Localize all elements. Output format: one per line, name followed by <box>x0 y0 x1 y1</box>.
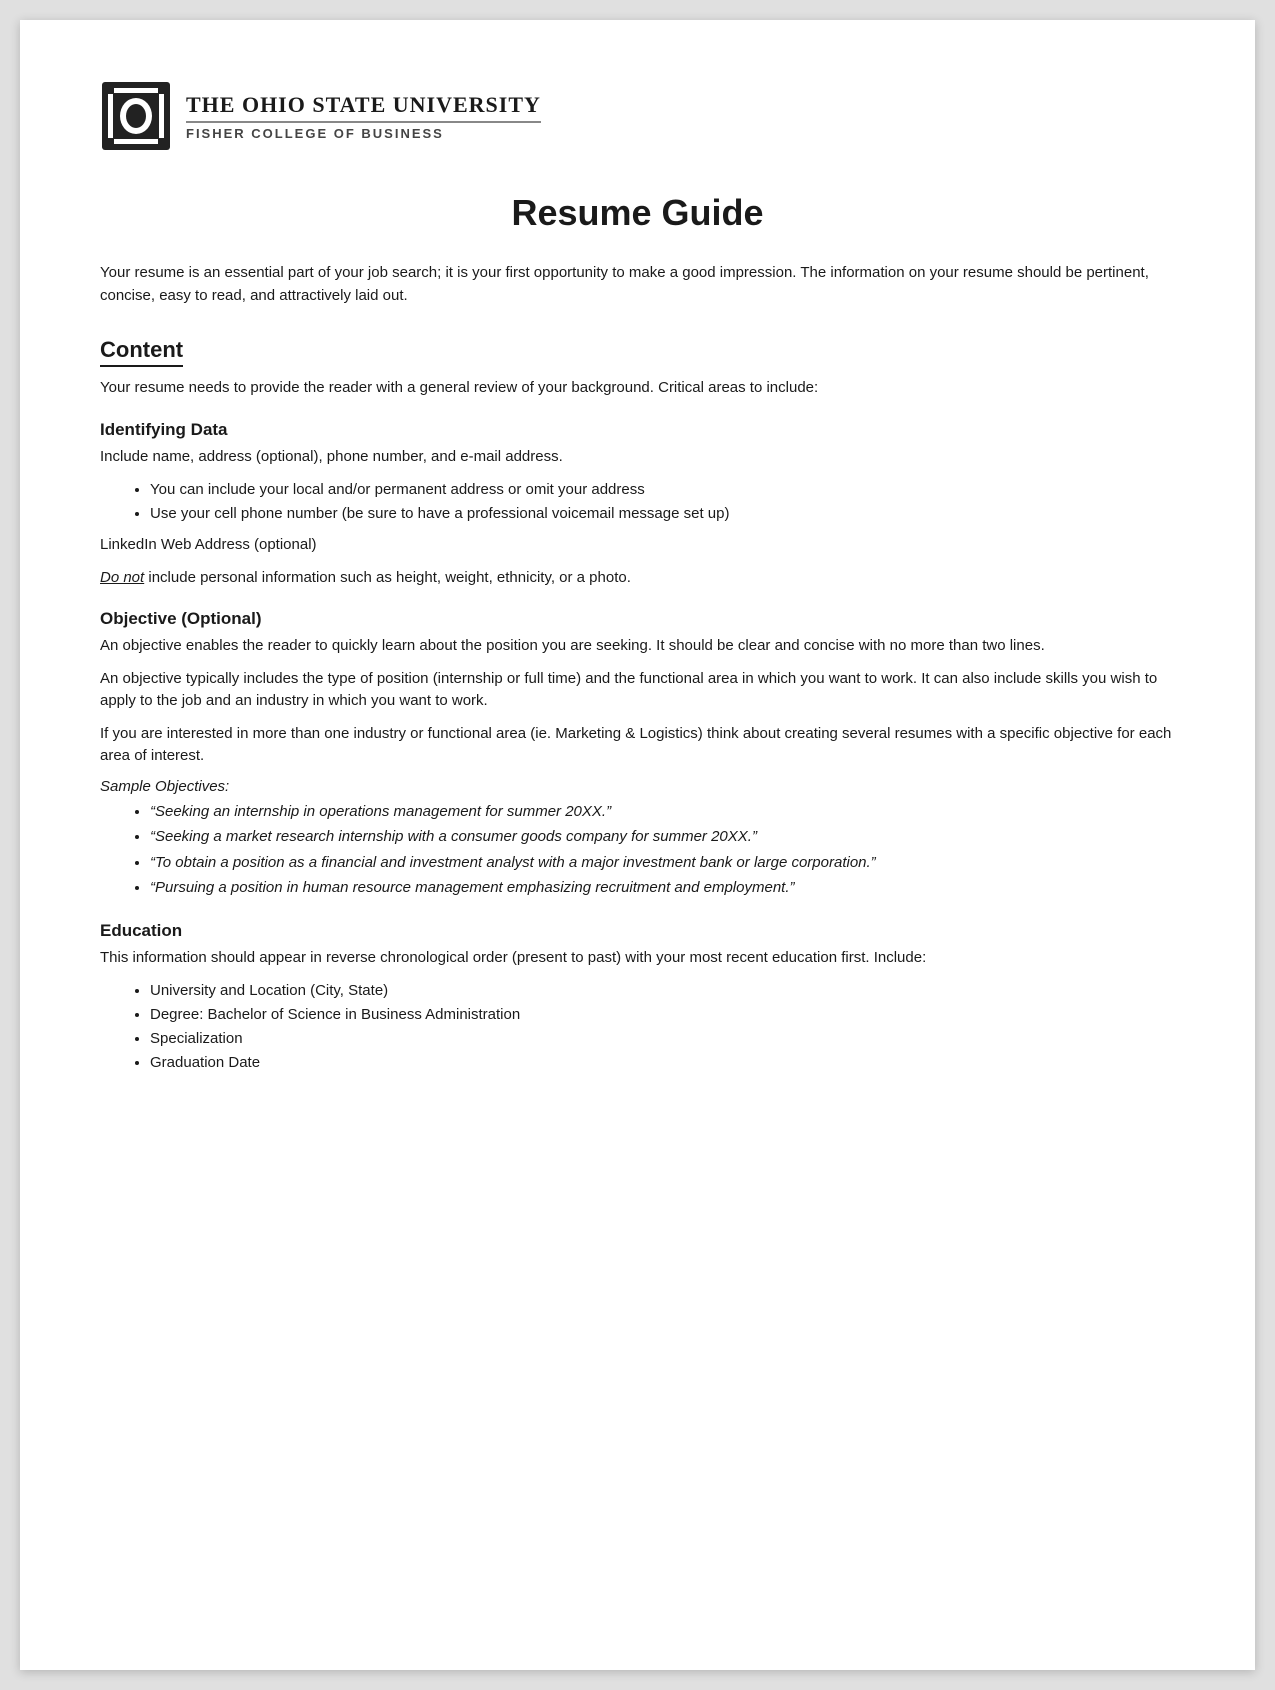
page: The Ohio State University Fisher College… <box>20 20 1255 1670</box>
list-item: University and Location (City, State) <box>150 979 1175 1003</box>
list-item: “Pursuing a position in human resource m… <box>150 875 1175 901</box>
logo-container: The Ohio State University Fisher College… <box>100 80 541 152</box>
content-intro: Your resume needs to provide the reader … <box>100 377 1175 400</box>
university-name: The Ohio State University <box>186 92 541 118</box>
college-name: Fisher College of Business <box>186 126 541 141</box>
header: The Ohio State University Fisher College… <box>100 80 1175 152</box>
list-item: You can include your local and/or perman… <box>150 478 1175 502</box>
objective-para2: An objective typically includes the type… <box>100 668 1175 713</box>
linkedin-text: LinkedIn Web Address (optional) <box>100 534 1175 557</box>
objective-para3: If you are interested in more than one i… <box>100 723 1175 768</box>
education-heading: Education <box>100 921 1175 941</box>
objective-section: Objective (Optional) An objective enable… <box>100 609 1175 901</box>
list-item: “Seeking a market research internship wi… <box>150 824 1175 850</box>
intro-text: Your resume is an essential part of your… <box>100 262 1175 307</box>
identifying-data-bullets: You can include your local and/or perman… <box>100 478 1175 526</box>
list-item: Use your cell phone number (be sure to h… <box>150 502 1175 526</box>
identifying-data-section: Identifying Data Include name, address (… <box>100 420 1175 590</box>
do-not-emphasis: Do not <box>100 569 144 586</box>
objective-para1: An objective enables the reader to quick… <box>100 635 1175 658</box>
do-not-rest: include personal information such as hei… <box>148 569 631 586</box>
list-item: Graduation Date <box>150 1051 1175 1075</box>
list-item: Degree: Bachelor of Science in Business … <box>150 1003 1175 1027</box>
objective-heading: Objective (Optional) <box>100 609 1175 629</box>
page-title: Resume Guide <box>100 192 1175 234</box>
identifying-data-text: Include name, address (optional), phone … <box>100 446 1175 469</box>
list-item: “Seeking an internship in operations man… <box>150 799 1175 825</box>
list-item: Specialization <box>150 1027 1175 1051</box>
education-bullets: University and Location (City, State) De… <box>100 979 1175 1075</box>
osu-logo <box>100 80 172 152</box>
logo-divider <box>186 121 541 123</box>
logo-text: The Ohio State University Fisher College… <box>186 92 541 141</box>
education-section: Education This information should appear… <box>100 921 1175 1076</box>
do-not-text: Do not include personal information such… <box>100 567 1175 590</box>
content-section: Content Your resume needs to provide the… <box>100 337 1175 400</box>
content-heading: Content <box>100 337 183 367</box>
sample-objectives-label: Sample Objectives: <box>100 778 1175 795</box>
identifying-data-heading: Identifying Data <box>100 420 1175 440</box>
education-text: This information should appear in revers… <box>100 947 1175 970</box>
sample-objectives-list: “Seeking an internship in operations man… <box>100 799 1175 901</box>
list-item: “To obtain a position as a financial and… <box>150 850 1175 876</box>
